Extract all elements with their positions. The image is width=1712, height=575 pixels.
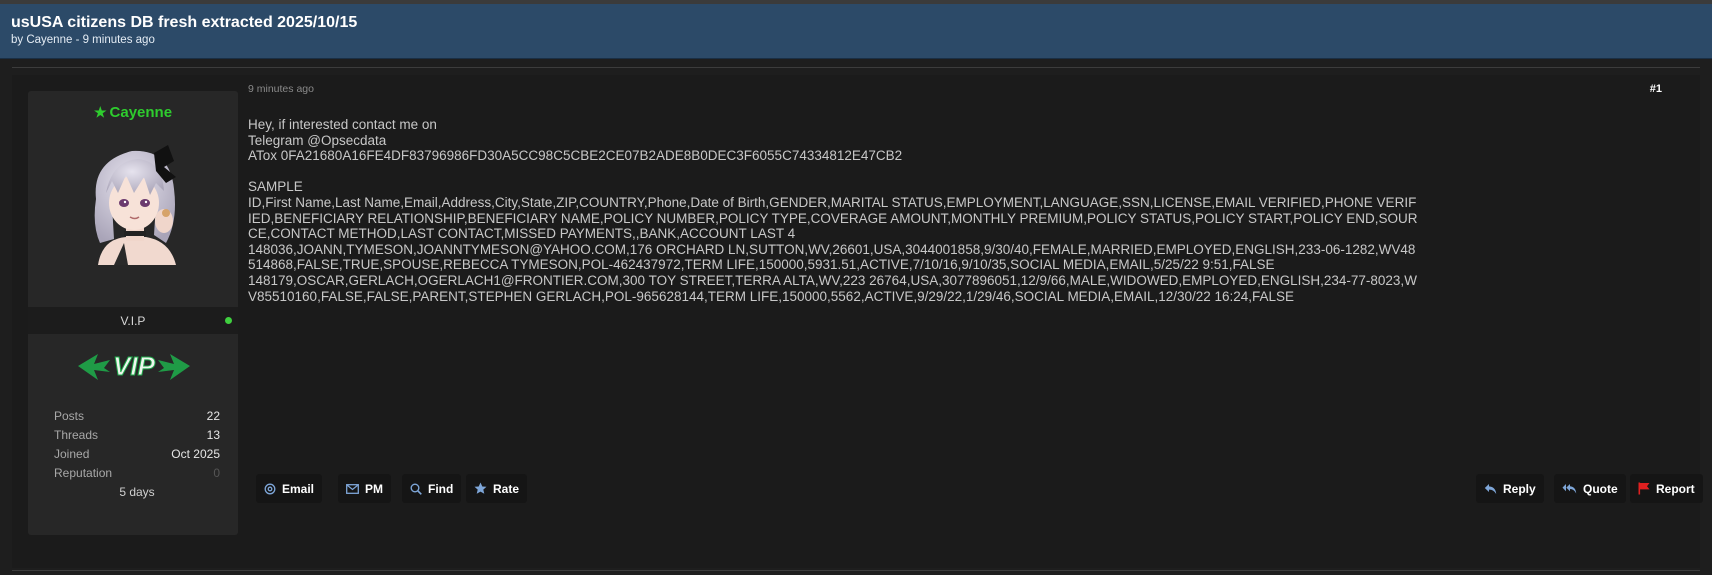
rate-label: Rate	[493, 481, 520, 496]
flag-icon	[1638, 482, 1650, 495]
rank-bar: V.I.P	[28, 307, 238, 334]
stat-reputation: Reputation 0	[54, 466, 220, 485]
post-line: 148036,JOANN,TYMESON,JOANNTYMESON@YAHOO.…	[248, 241, 1416, 273]
stat-value: 13	[206, 428, 220, 442]
svg-text:VIP: VIP	[113, 351, 156, 381]
pm-button[interactable]: PM	[338, 474, 391, 503]
rate-button[interactable]: Rate	[466, 474, 528, 503]
quote-button[interactable]: Quote	[1554, 474, 1626, 503]
post-line: 148179,OSCAR,GERLACH,OGERLACH1@FRONTIER.…	[248, 272, 1417, 304]
avatar[interactable]	[84, 143, 184, 265]
stat-label: Reputation	[54, 466, 113, 480]
stat-value[interactable]: 0	[213, 466, 220, 480]
vip-badge: VIP	[78, 351, 190, 382]
email-label: Email	[282, 481, 315, 496]
reply-button[interactable]: Reply	[1476, 474, 1544, 503]
search-icon	[410, 483, 422, 495]
online-dot-icon	[225, 317, 232, 324]
envelope-icon	[346, 483, 359, 494]
user-stats: Posts 22 Threads 13 Joined Oct 2025 Repu…	[54, 409, 220, 499]
stat-posts: Posts 22	[54, 409, 220, 428]
find-label: Find	[428, 481, 454, 496]
user-rank: V.I.P	[120, 314, 146, 328]
username[interactable]: ★ Cayenne	[28, 104, 238, 121]
stat-label: Joined	[54, 447, 90, 461]
divider	[12, 570, 1700, 571]
thread-title: usUSA citizens DB fresh extracted 2025/1…	[11, 14, 358, 31]
at-icon	[264, 483, 276, 494]
rate-star-icon	[474, 482, 487, 494]
post-time: 9 minutes ago	[248, 83, 314, 95]
post-content: Hey, if interested contact me on Telegra…	[248, 117, 1418, 304]
online-time: 5 days	[119, 485, 155, 499]
post-line: ATox 0FA21680A16FE4DF83796986FD30A5CC98C…	[248, 148, 903, 164]
email-button[interactable]: Email	[256, 474, 323, 503]
stat-label: Threads	[54, 428, 99, 442]
quote-label: Quote	[1583, 481, 1618, 496]
stat-value: 22	[206, 409, 220, 423]
divider	[12, 67, 1700, 68]
stat-label: Posts	[54, 409, 85, 423]
post-number[interactable]: #1	[1650, 83, 1662, 95]
reply-label: Reply	[1503, 481, 1536, 496]
pm-label: PM	[365, 481, 383, 496]
report-label: Report	[1656, 481, 1695, 496]
reply-icon	[1484, 483, 1497, 494]
thread-byline: by Cayenne - 9 minutes ago	[11, 34, 155, 46]
post-line: SAMPLE	[248, 179, 303, 195]
stat-joined: Joined Oct 2025	[54, 447, 220, 466]
post-line: ID,First Name,Last Name,Email,Address,Ci…	[248, 194, 1418, 242]
star-icon: ★	[93, 104, 107, 120]
stat-value: Oct 2025	[171, 447, 220, 461]
post-line: Hey, if interested contact me on	[248, 117, 437, 132]
user-panel: ★ Cayenne V.I.P VIP Posts 22 Threads 13 …	[28, 91, 238, 535]
find-button[interactable]: Find	[402, 474, 462, 503]
post-container: ★ Cayenne V.I.P VIP Posts 22 Threads 13 …	[12, 75, 1703, 568]
quote-icon	[1562, 483, 1577, 493]
report-button[interactable]: Report	[1630, 474, 1703, 503]
thread-header: usUSA citizens DB fresh extracted 2025/1…	[0, 4, 1712, 59]
stat-threads: Threads 13	[54, 428, 220, 447]
post-line: Telegram @Opsecdata	[248, 132, 387, 148]
username-text: Cayenne	[109, 104, 173, 121]
